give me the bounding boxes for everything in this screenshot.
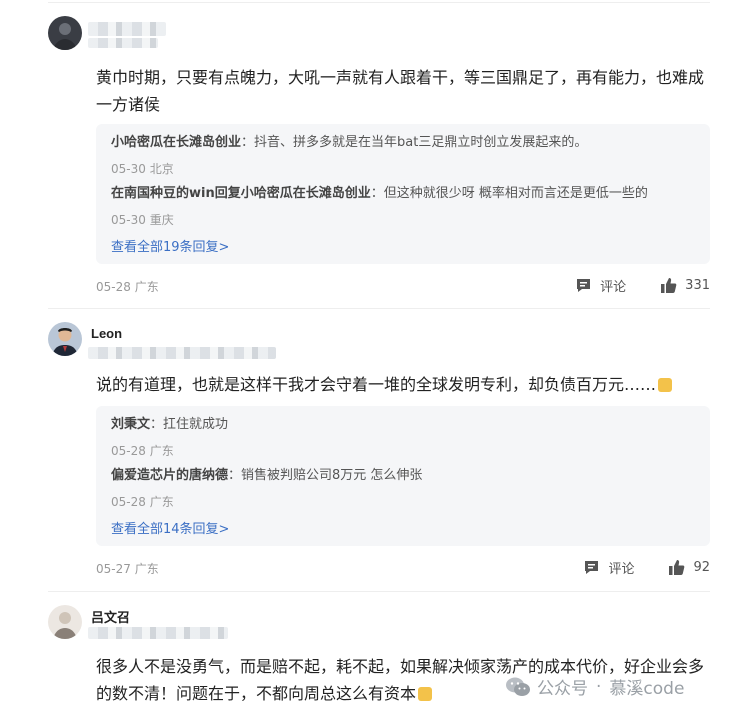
reply-location: 广东 — [149, 495, 174, 509]
reply-author[interactable]: 偏爱造芯片的唐纳德 — [111, 468, 228, 483]
comment-2: Leon 说的有道理，也就是这样干我才会守着一堆的全球发明专利，却负债百万元……… — [0, 310, 732, 600]
avatar[interactable] — [48, 322, 82, 356]
username[interactable]: Leon — [91, 326, 122, 341]
reply-author[interactable]: 在南国种豆的win回复小哈密瓜在长滩岛创业 — [111, 186, 371, 201]
reply-text: 销售被判赔公司8万元 怎么伸张 — [241, 468, 423, 483]
watermark-name: 慕溪code — [609, 679, 685, 699]
comment-icon — [577, 279, 591, 292]
reply-button[interactable]: 评论 — [583, 558, 634, 577]
reply-date: 05-28 — [111, 444, 146, 458]
watermark-prefix: 公众号 — [537, 679, 588, 699]
reply-item: 在南国种豆的win回复小哈密瓜在长滩岛创业：但这种就很少呀 概率相对而言还是更低… — [111, 185, 695, 203]
comment-text-content: 说的有道理，也就是这样干我才会守着一堆的全球发明专利，却负债百万元…… — [96, 375, 657, 394]
reply-separator: ： — [241, 135, 255, 150]
username[interactable]: 吕文召 — [91, 607, 130, 626]
like-count: 331 — [685, 278, 710, 293]
reply-location: 北京 — [149, 162, 174, 176]
reply-date: 05-28 — [111, 495, 146, 509]
comment-date: 05-28 — [96, 280, 131, 294]
reply-meta: 05-28 广东 — [111, 442, 695, 459]
reply-meta: 05-30 北京 — [111, 160, 695, 177]
emoji-icon — [658, 378, 673, 392]
comment-text: 黄巾时期，只要有点魄力，大吼一声就有人跟着干，等三国鼎足了，再有能力，也难成一方… — [96, 68, 705, 114]
reply-text: 抖音、拼多多就是在当年bat三足鼎立时创立发展起来的。 — [254, 135, 588, 150]
comment-icon — [585, 561, 599, 574]
like-button[interactable]: 92 — [668, 559, 710, 576]
reply-location: 广东 — [149, 444, 174, 458]
view-all-replies-link[interactable]: 查看全部14条回复> — [111, 518, 229, 537]
reply-text: 扛住就成功 — [163, 417, 229, 432]
reply-meta: 05-30 重庆 — [111, 211, 695, 228]
reply-separator: ： — [228, 468, 242, 483]
reply-date: 05-30 — [111, 162, 146, 176]
blurred-user-info — [88, 627, 228, 639]
reply-meta: 05-28 广东 — [111, 493, 695, 510]
comment-actions: 评论 331 — [575, 276, 710, 295]
thumbs-up-icon — [669, 560, 685, 575]
reply-separator: ： — [370, 186, 384, 201]
comment-location: 广东 — [134, 562, 159, 576]
reply-author[interactable]: 小哈密瓜在长滩岛创业 — [111, 135, 241, 150]
comment-date: 05-27 — [96, 562, 131, 576]
comment-divider — [48, 308, 710, 309]
wechat-logo-icon — [506, 677, 530, 696]
view-all-replies-link[interactable]: 查看全部19条回复> — [111, 236, 229, 255]
comment-1: 黄巾时期，只要有点魄力，大吼一声就有人跟着干，等三国鼎足了，再有能力，也难成一方… — [0, 0, 732, 305]
watermark-dot: · — [596, 676, 602, 697]
reply-item: 小哈密瓜在长滩岛创业：抖音、拼多多就是在当年bat三足鼎立时创立发展起来的。 — [111, 134, 695, 152]
blurred-username — [88, 22, 166, 36]
avatar[interactable] — [48, 16, 82, 50]
blurred-user-info — [88, 347, 276, 359]
comment-location: 广东 — [134, 280, 159, 294]
reply-box: 刘秉文：扛住就成功 05-28 广东 偏爱造芯片的唐纳德：销售被判赔公司8万元 … — [96, 406, 710, 546]
reply-author[interactable]: 刘秉文 — [111, 417, 150, 432]
thumbs-up-icon — [661, 278, 677, 293]
reply-item: 偏爱造芯片的唐纳德：销售被判赔公司8万元 怎么伸张 — [111, 467, 695, 485]
reply-button-label: 评论 — [600, 280, 627, 295]
like-count: 92 — [693, 560, 710, 575]
reply-separator: ： — [150, 417, 164, 432]
avatar[interactable] — [48, 605, 82, 639]
comment-text: 说的有道理，也就是这样干我才会守着一堆的全球发明专利，却负债百万元…… — [96, 371, 716, 398]
reply-item: 刘秉文：扛住就成功 — [111, 416, 695, 434]
reply-button-label: 评论 — [608, 562, 635, 577]
comment-actions: 评论 92 — [583, 558, 710, 577]
reply-button[interactable]: 评论 — [575, 276, 626, 295]
blurred-user-info — [88, 38, 158, 48]
emoji-icon — [418, 687, 433, 701]
comment-meta: 05-27 广东 — [96, 560, 159, 577]
comment-divider — [48, 591, 710, 592]
watermark: 公众号 · 慕溪code — [505, 674, 684, 699]
reply-location: 重庆 — [149, 213, 174, 227]
reply-text: 但这种就很少呀 概率相对而言还是更低一些的 — [383, 186, 648, 201]
like-button[interactable]: 331 — [660, 277, 710, 294]
reply-date: 05-30 — [111, 213, 146, 227]
reply-box: 小哈密瓜在长滩岛创业：抖音、拼多多就是在当年bat三足鼎立时创立发展起来的。 0… — [96, 124, 710, 264]
comment-meta: 05-28 广东 — [96, 278, 159, 295]
